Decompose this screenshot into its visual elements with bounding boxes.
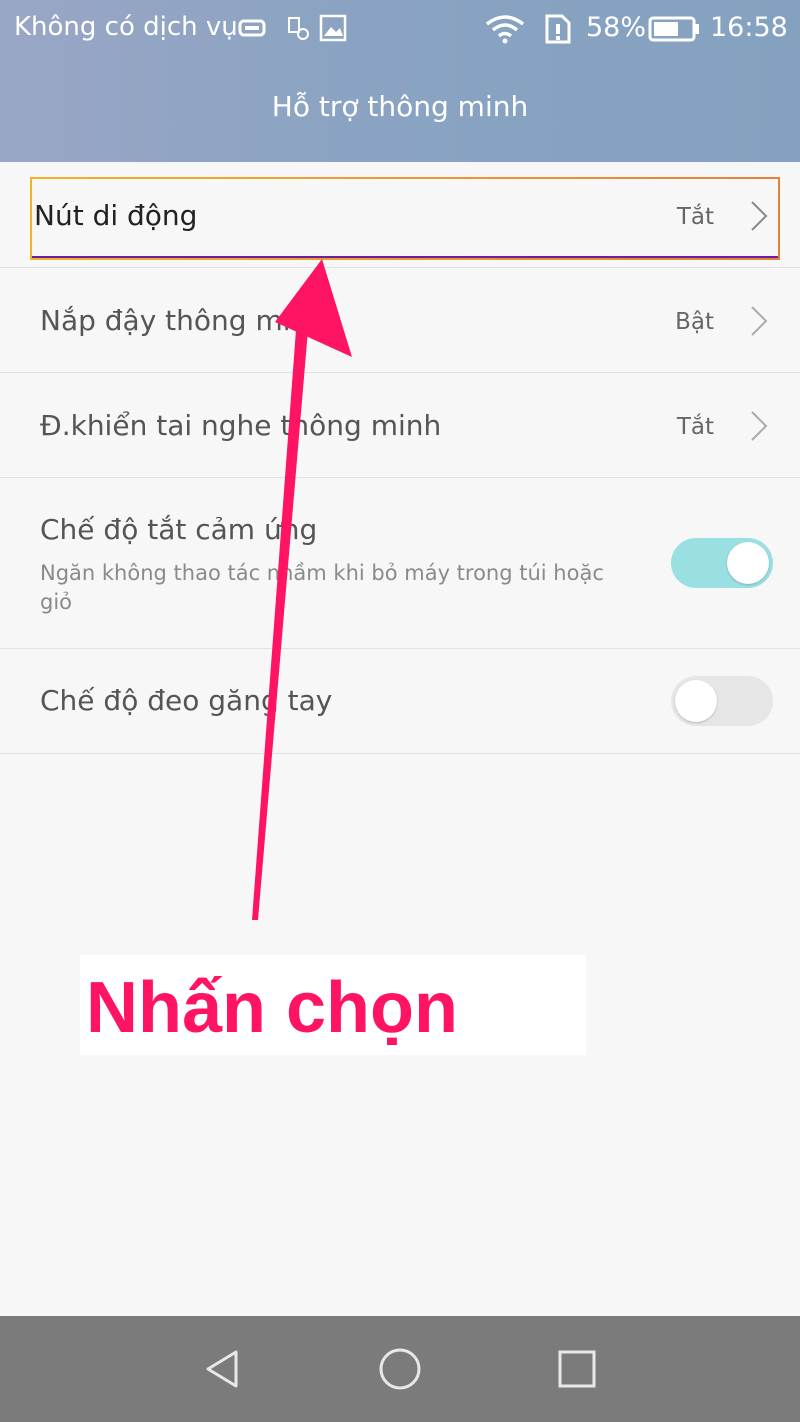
annotation-text: Nhấn chọn [86, 968, 458, 1048]
recents-icon[interactable] [552, 1344, 602, 1394]
home-icon[interactable] [375, 1344, 425, 1394]
back-icon[interactable] [198, 1344, 248, 1394]
annotation-callout: Nhấn chọn [80, 955, 586, 1055]
annotation-arrow [252, 259, 352, 920]
navigation-bar [0, 1316, 800, 1422]
